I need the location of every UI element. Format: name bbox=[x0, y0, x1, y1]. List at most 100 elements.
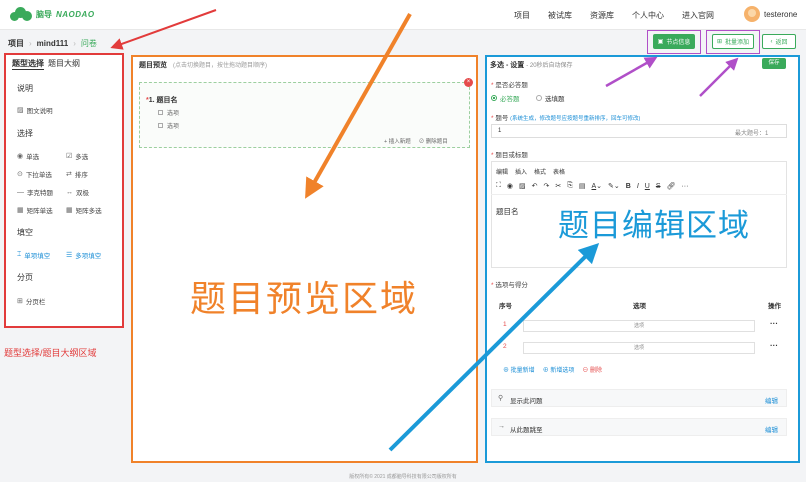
jump-to-edit-link[interactable]: 编辑 bbox=[765, 424, 778, 434]
editor-toolbar: ⛶ ◉ ▨ ↶ ↷ ✂ ⎘ ▤ A⌄ ✎⌄ B I U S 🔗︎ ··· bbox=[496, 182, 688, 190]
type-multi-fill[interactable]: ☰ 多项填空 bbox=[66, 250, 101, 260]
menu-format[interactable]: 格式 bbox=[534, 167, 546, 176]
editor-content[interactable]: 题目名 bbox=[496, 206, 519, 217]
preview-option-label: 选项 bbox=[167, 124, 180, 130]
cut-icon[interactable]: ✂ bbox=[555, 182, 561, 190]
type-matrix-multi-label: 矩阵多选 bbox=[75, 208, 102, 215]
back-label: 返回 bbox=[775, 40, 788, 46]
annotation-label-middle: 题目预览区域 bbox=[190, 278, 419, 319]
col-index: 序号 bbox=[499, 303, 512, 310]
type-single-fill[interactable]: ⌶ 单项填空 bbox=[17, 250, 50, 260]
chevron-left-icon: ‹ bbox=[770, 38, 773, 45]
back-button[interactable]: ‹ 返回 bbox=[762, 34, 796, 49]
menu-table[interactable]: 表格 bbox=[553, 167, 565, 176]
nav-item-projects[interactable]: 项目 bbox=[514, 10, 530, 21]
editor-divider bbox=[491, 194, 787, 195]
editor-title-text: 多选 - 设置 bbox=[490, 62, 525, 69]
avatar[interactable] bbox=[744, 6, 760, 22]
number-label: * 题号 (系统生成，修改题号应按题号重新排序，回车可修改) bbox=[491, 112, 640, 122]
checkbox-icon bbox=[158, 123, 163, 128]
link-icon[interactable]: 🔗︎ bbox=[667, 182, 676, 190]
jump-to-label: 从此题跳至 bbox=[510, 427, 543, 434]
type-dropdown[interactable]: ⊙ 下拉单选 bbox=[17, 169, 52, 179]
save-button[interactable]: 保存 bbox=[762, 58, 786, 69]
logo-text-en: NAODAO bbox=[56, 9, 95, 19]
breadcrumb-root[interactable]: 项目 bbox=[8, 38, 24, 49]
optional-radio-label: 选填题 bbox=[545, 96, 565, 103]
optional-radio[interactable]: 选填题 bbox=[536, 93, 565, 103]
show-if-edit-link[interactable]: 编辑 bbox=[765, 395, 778, 405]
strikethrough-icon[interactable]: S bbox=[656, 183, 661, 190]
paste-icon[interactable]: ▤ bbox=[579, 182, 586, 190]
required-label: * 是否必答题 bbox=[491, 79, 528, 89]
footer-copyright: 版权所有© 2021 成都脑导科技有限公司版权所有 bbox=[349, 474, 457, 480]
italic-icon[interactable]: I bbox=[637, 183, 639, 190]
number-label-text: 题号 bbox=[495, 115, 509, 122]
section-paging: 分页 bbox=[17, 273, 33, 282]
logo[interactable]: 脑导 NAODAO bbox=[10, 7, 95, 21]
breadcrumb-separator-icon: › bbox=[29, 39, 32, 48]
image-icon[interactable]: ▨ bbox=[519, 182, 526, 190]
bipolar-icon: ↔ bbox=[66, 188, 73, 196]
type-bipolar[interactable]: ↔ 双极 bbox=[66, 187, 89, 198]
jump-to-row: → 从此题跳至 编辑 bbox=[491, 418, 787, 436]
preview-option[interactable]: 选项 bbox=[158, 108, 179, 117]
type-likert[interactable]: — 李克特题 bbox=[17, 187, 53, 198]
type-sort[interactable]: ⇄ 排序 bbox=[66, 169, 88, 179]
fill-icon: ⌶ bbox=[17, 251, 22, 258]
redo-icon[interactable]: ↷ bbox=[544, 182, 550, 190]
bold-icon[interactable]: B bbox=[626, 183, 631, 190]
highlight-icon[interactable]: ✎⌄ bbox=[608, 182, 620, 190]
option-input[interactable]: 选项 bbox=[523, 320, 755, 332]
radio-icon: ◉ bbox=[17, 153, 24, 160]
font-color-icon[interactable]: A⌄ bbox=[592, 182, 603, 190]
nav-item-profile[interactable]: 个人中心 bbox=[632, 10, 664, 21]
max-number-hint: 最大题号：1 bbox=[735, 131, 769, 137]
underline-icon[interactable]: U bbox=[645, 183, 650, 190]
required-radio[interactable]: 必答题 bbox=[491, 93, 520, 103]
nav-item-website[interactable]: 进入官网 bbox=[682, 10, 714, 21]
type-matrix-multi[interactable]: ▦ 矩阵多选 bbox=[66, 205, 102, 215]
preview-option[interactable]: 选项 bbox=[158, 121, 179, 130]
delete-question-icon[interactable]: × bbox=[464, 78, 473, 87]
undo-icon[interactable]: ↶ bbox=[532, 182, 538, 190]
top-navbar: 脑导 NAODAO 项目 被试库 资源库 个人中心 进入官网 testerone bbox=[0, 0, 806, 30]
required-label-text: 是否必答题 bbox=[495, 82, 528, 89]
delete-option-link[interactable]: ⊖ 删除 bbox=[582, 365, 602, 374]
autosave-note: - 20秒后自动保存 bbox=[526, 63, 573, 69]
batch-add-option-link[interactable]: ⊕ 批量新增 bbox=[503, 365, 535, 374]
add-option-link[interactable]: ⊕ 新增选项 bbox=[543, 365, 575, 374]
type-single[interactable]: ◉ 单选 bbox=[17, 151, 39, 161]
type-multi[interactable]: ☑ 多选 bbox=[66, 151, 88, 161]
option-input[interactable]: 选项 bbox=[523, 342, 755, 354]
more-actions-icon[interactable]: ··· bbox=[770, 341, 778, 350]
fullscreen-icon[interactable]: ⛶ bbox=[496, 182, 501, 190]
breadcrumb-project[interactable]: mind111 bbox=[37, 39, 69, 48]
breadcrumb-separator-icon: › bbox=[73, 39, 76, 48]
tab-outline[interactable]: 题目大纲 bbox=[48, 58, 80, 70]
copy-icon[interactable]: ⎘ bbox=[567, 182, 573, 190]
checkbox-icon: ☑ bbox=[66, 153, 73, 160]
batch-add-option-label: 批量新增 bbox=[510, 368, 535, 374]
preview-eye-icon[interactable]: ◉ bbox=[507, 182, 513, 190]
menu-edit[interactable]: 编辑 bbox=[496, 167, 508, 176]
type-matrix-single[interactable]: ▦ 矩阵单选 bbox=[17, 205, 53, 215]
tab-question-types[interactable]: 题型选择 bbox=[12, 58, 44, 70]
delete-question-link[interactable]: ⊘ 删除题目 bbox=[419, 137, 448, 145]
section-choice: 选择 bbox=[17, 129, 33, 138]
nav-item-resources[interactable]: 资源库 bbox=[590, 10, 614, 21]
more-actions-icon[interactable]: ··· bbox=[770, 319, 778, 328]
more-icon[interactable]: ··· bbox=[681, 183, 688, 190]
nav-item-subjects[interactable]: 被试库 bbox=[548, 10, 572, 21]
menu-insert[interactable]: 插入 bbox=[515, 167, 527, 176]
insert-question-link[interactable]: + 插入新题 bbox=[384, 137, 411, 145]
username[interactable]: testerone bbox=[764, 10, 797, 19]
annotation-label-left: 题型选择/题目大纲区域 bbox=[4, 348, 97, 358]
type-page-break[interactable]: ⊞ 分页栏 bbox=[17, 296, 45, 306]
show-if-label: 显示此问题 bbox=[510, 398, 543, 405]
insert-question-label: 插入新题 bbox=[388, 139, 411, 145]
preview-option-label: 选项 bbox=[167, 111, 180, 117]
type-image-text[interactable]: ▨ 图文说明 bbox=[17, 105, 53, 115]
type-sort-label: 排序 bbox=[74, 172, 88, 179]
col-action: 操作 bbox=[768, 303, 781, 310]
